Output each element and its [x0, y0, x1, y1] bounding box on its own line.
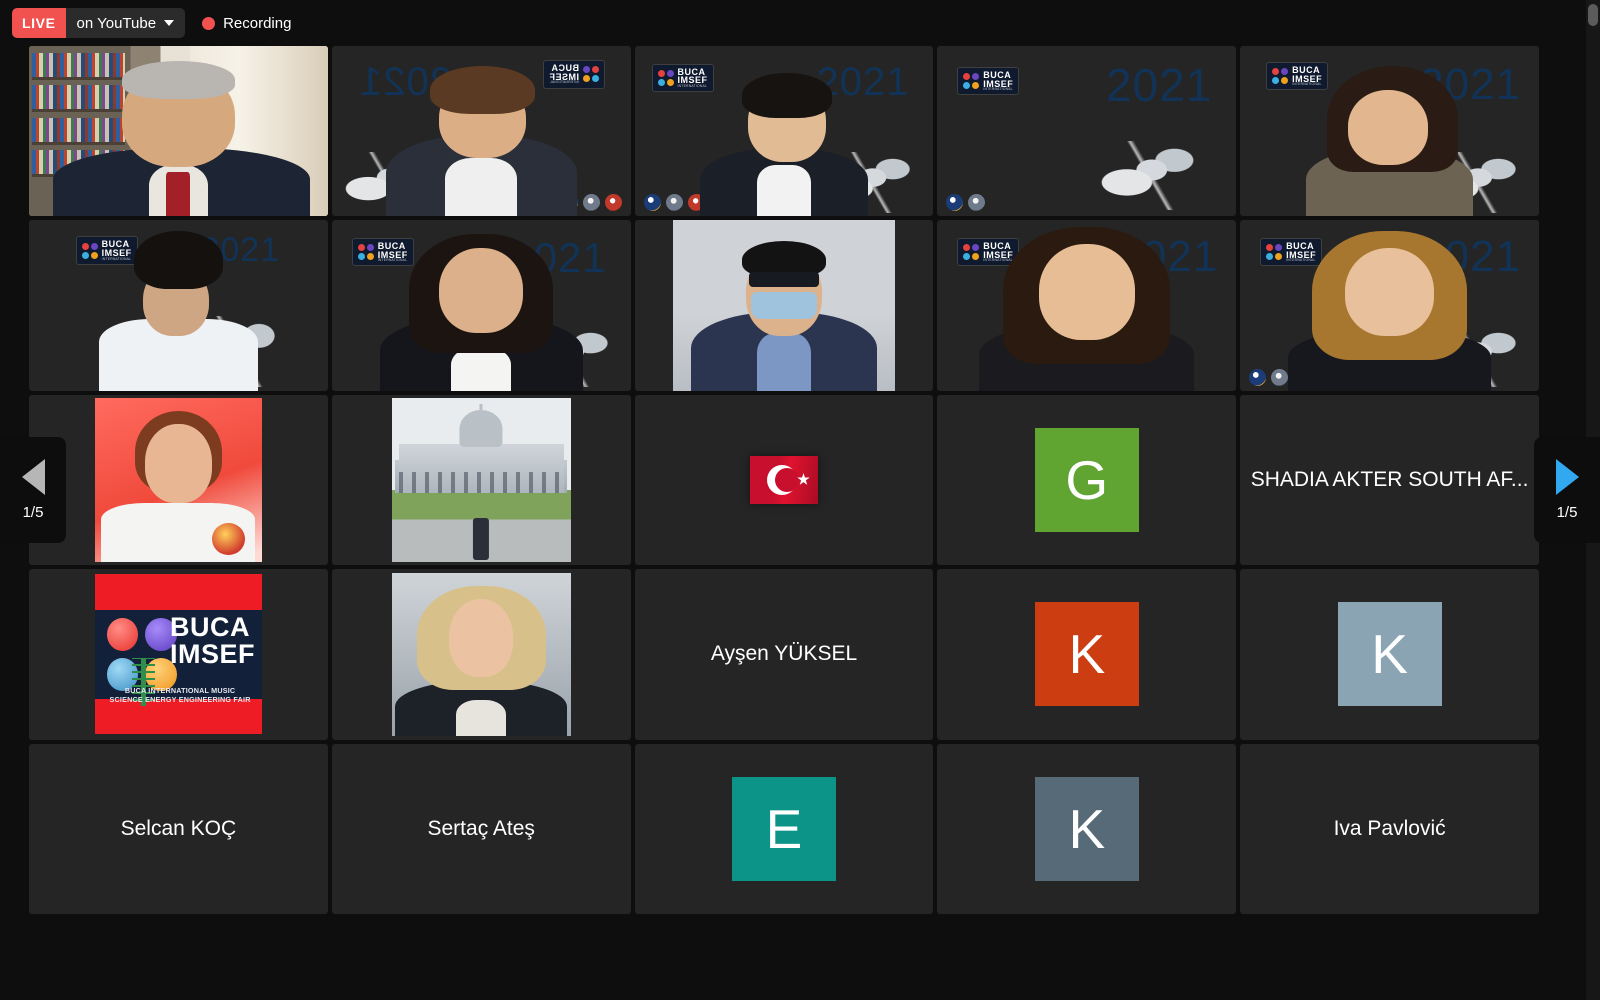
participant-name: Selcan KOÇ [120, 816, 237, 840]
participant-figure [29, 46, 328, 217]
participant-tile[interactable]: G [937, 394, 1237, 566]
participant-figure [332, 220, 631, 391]
video-feed: 2021 BUCA IMSEF INTERNATIONAL [1240, 46, 1539, 217]
participant-figure [392, 573, 571, 737]
participant-tile[interactable]: 2021 BUCA IMSEF INTERNATIONAL [1240, 46, 1539, 217]
participant-tile[interactable]: K [937, 569, 1237, 740]
participant-tile[interactable]: 2021 BUCA IMSEF INTERNATIONAL [937, 220, 1237, 391]
video-feed: 2021 BUCA IMSEF INTERNATIONAL [68, 220, 289, 391]
previous-page-indicator: 1/5 [22, 504, 44, 521]
meeting-status-bar: LIVE on YouTube Recording [0, 0, 1600, 46]
backdrop-year-label: 2021 [1105, 58, 1213, 111]
participant-name: Ayşen YÜKSEL [710, 642, 858, 666]
avatar: K [1337, 602, 1442, 707]
participant-name: Iva Pavlović [1333, 816, 1446, 840]
scene-portrait-photo [391, 572, 571, 737]
video-feed: 2021 BUCA IMSEF INTERNATIONAL [937, 220, 1236, 391]
participant-tile[interactable]: 2021 BUCA IMSEF INTERNATIONAL [634, 46, 934, 217]
logo-dots-icon [963, 73, 980, 90]
participant-tile[interactable]: Ayşen YÜKSEL [634, 569, 934, 740]
triangle-left-icon [21, 459, 45, 495]
video-feed [29, 46, 328, 217]
participant-name: SHADIA AKTER SOUTH AF... [1250, 467, 1529, 491]
scene-portrait-photo [94, 398, 263, 562]
recording-label: Recording [223, 14, 292, 32]
participant-tile[interactable]: 2021 BUCA IMSEF INTERNATIONAL [1240, 220, 1539, 391]
poster-title-line-2: IMSEF [170, 638, 256, 669]
avatar: K [1034, 776, 1139, 881]
participant-tile[interactable]: K [1240, 569, 1539, 740]
seal-badges [946, 194, 986, 212]
video-feed: 2021 BUCA IMSEF INTERNATIONAL [332, 46, 631, 217]
participant-figure [937, 220, 1236, 391]
video-feed: 2021 BUCA IMSEF INTERNATIONAL [1240, 220, 1539, 391]
participant-tile[interactable]: 2021 BUCA IMSEF INTERNATIONAL [331, 220, 631, 391]
live-stream-status[interactable]: LIVE on YouTube [12, 8, 186, 38]
participant-tile[interactable] [29, 394, 328, 566]
video-feed: 2021 BUCA IMSEF INTERNATIONAL [937, 46, 1236, 216]
participant-tile[interactable]: E [634, 743, 934, 914]
avatar: K [1034, 602, 1139, 707]
chevron-down-icon[interactable] [164, 20, 175, 26]
turkish-flag-icon [749, 455, 818, 504]
participant-tile[interactable]: SHADIA AKTER SOUTH AF... [1240, 394, 1539, 566]
next-page-button[interactable]: 1/5 [1534, 437, 1600, 543]
participant-tile[interactable]: 2021 BUCA IMSEF INTERNATIONAL [29, 220, 328, 391]
participant-tile[interactable] [331, 394, 631, 566]
video-feed [673, 220, 895, 391]
participant-figure [673, 220, 894, 391]
participant-tile[interactable]: BUCA IMSEF BUCA INTERNATIONAL MUSIC SCIE… [29, 569, 328, 740]
participant-tile[interactable]: K [937, 743, 1237, 914]
next-page-indicator: 1/5 [1556, 504, 1578, 521]
buca-imsef-logo: BUCA IMSEF INTERNATIONAL [958, 68, 1019, 95]
participant-tile[interactable]: Iva Pavlović [1240, 743, 1539, 914]
participant-figure [68, 220, 289, 391]
participant-tile[interactable] [29, 46, 328, 217]
participant-figure [1240, 220, 1539, 391]
participant-figure [95, 398, 262, 562]
scene-buca-poster: BUCA IMSEF BUCA INTERNATIONAL MUSIC SCIE… [94, 574, 262, 735]
scene-palace-photo [391, 398, 571, 562]
live-badge: LIVE [12, 8, 66, 38]
participant-tile[interactable]: 2021 BUCA IMSEF INTERNATIONAL [937, 46, 1237, 217]
participant-tile[interactable]: Selcan KOÇ [29, 743, 328, 914]
previous-page-button[interactable]: 1/5 [0, 437, 66, 543]
meeting-gallery-view: LIVE on YouTube Recording 2021 BUCA IMSE… [0, 0, 1600, 1000]
participant-figure [332, 46, 631, 217]
participant-tile[interactable] [634, 394, 934, 566]
poster-subtitle-line-2: SCIENCE ENERGY ENGINEERING FAIR [109, 695, 251, 705]
triangle-right-icon [1555, 459, 1579, 495]
poster-subtitle-line-1: BUCA INTERNATIONAL MUSIC [124, 686, 236, 696]
participant-figure [1240, 46, 1539, 217]
avatar: G [1034, 427, 1139, 532]
avatar: E [731, 776, 836, 881]
video-feed: 2021 BUCA IMSEF INTERNATIONAL [635, 46, 934, 217]
video-feed: 2021 BUCA IMSEF INTERNATIONAL [332, 220, 631, 391]
participant-tile[interactable]: 2021 BUCA IMSEF INTERNATIONAL [331, 46, 631, 217]
participant-tile[interactable] [634, 220, 934, 391]
participant-tile[interactable]: Sertaç Ateş [331, 743, 631, 914]
participant-grid: 2021 BUCA IMSEF INTERNATIONAL 2021 BUCA … [29, 46, 1539, 914]
participant-figure [635, 46, 934, 217]
robot-arm-graphic [1092, 141, 1207, 210]
recording-status[interactable]: Recording [202, 15, 291, 32]
record-dot-icon [202, 16, 216, 30]
participant-tile[interactable] [331, 569, 631, 740]
scrollbar-thumb[interactable] [1588, 4, 1598, 26]
live-destination-label: on YouTube [76, 14, 157, 32]
participant-name: Sertaç Ateş [427, 816, 535, 840]
